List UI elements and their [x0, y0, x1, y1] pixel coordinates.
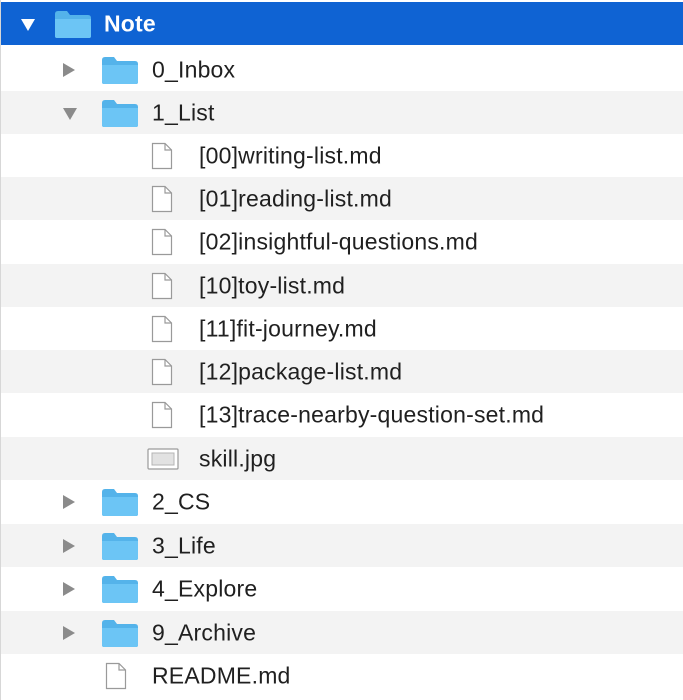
tree-label: skill.jpg [199, 445, 277, 471]
folder-icon [102, 56, 138, 84]
tree-row-explore[interactable]: 4_Explore [1, 567, 683, 610]
disclosure-triangle-expanded[interactable] [21, 18, 35, 31]
document-icon [105, 662, 127, 689]
tree-row-file[interactable]: [00]writing-list.md [1, 134, 683, 177]
disclosure-triangle-collapsed[interactable] [63, 494, 75, 509]
document-icon [151, 185, 173, 212]
tree-label: [02]insightful-questions.md [199, 228, 478, 254]
tree-label: 1_List [152, 99, 215, 125]
tree-label: README.md [152, 662, 291, 688]
file-tree: Note 0_Inbox 1_List [00]writing-list.md [0, 0, 683, 700]
disclosure-triangle-expanded[interactable] [63, 107, 77, 120]
disclosure-triangle-collapsed[interactable] [63, 581, 75, 596]
tree-label: [10]toy-list.md [199, 272, 346, 298]
folder-icon [102, 575, 138, 603]
disclosure-triangle-collapsed[interactable] [63, 62, 75, 77]
document-icon [151, 401, 173, 428]
tree-row-file[interactable]: [11]fit-journey.md [1, 307, 683, 350]
document-icon [151, 272, 173, 299]
disclosure-triangle-collapsed[interactable] [63, 625, 75, 640]
tree-label: 3_Life [152, 532, 216, 558]
tree-row-readme[interactable]: README.md [1, 654, 683, 697]
tree-row-image[interactable]: skill.jpg [1, 437, 683, 480]
tree-row-inbox[interactable]: 0_Inbox [1, 48, 683, 91]
document-icon [151, 228, 173, 255]
tree-row-file[interactable]: [13]trace-nearby-question-set.md [1, 393, 683, 436]
tree-label: [00]writing-list.md [199, 142, 382, 168]
tree-row-file[interactable]: [02]insightful-questions.md [1, 220, 683, 263]
document-icon [151, 315, 173, 342]
tree-label: [01]reading-list.md [199, 185, 392, 211]
tree-row-cs[interactable]: 2_CS [1, 480, 683, 523]
document-icon [151, 358, 173, 385]
image-icon [147, 447, 179, 470]
document-icon [151, 142, 173, 169]
folder-icon [102, 532, 138, 560]
folder-icon [55, 10, 91, 38]
tree-label: [11]fit-journey.md [199, 315, 377, 341]
tree-label: 4_Explore [152, 575, 258, 601]
folder-icon [102, 99, 138, 127]
tree-row-archive[interactable]: 9_Archive [1, 611, 683, 654]
tree-label: 0_Inbox [152, 56, 236, 82]
tree-row-life[interactable]: 3_Life [1, 524, 683, 567]
tree-label: [12]package-list.md [199, 358, 403, 384]
tree-label: [13]trace-nearby-question-set.md [199, 401, 545, 427]
tree-row-file[interactable]: [12]package-list.md [1, 350, 683, 393]
tree-label: 2_CS [152, 488, 211, 514]
tree-label: 9_Archive [152, 619, 257, 645]
folder-icon [102, 619, 138, 647]
tree-row-file[interactable]: [01]reading-list.md [1, 177, 683, 220]
tree-label-note: Note [104, 10, 156, 36]
folder-icon [102, 488, 138, 516]
tree-row-list[interactable]: 1_List [1, 91, 683, 134]
tree-row-file[interactable]: [10]toy-list.md [1, 264, 683, 307]
tree-row-note[interactable]: Note [1, 2, 683, 45]
disclosure-triangle-collapsed[interactable] [63, 538, 75, 553]
